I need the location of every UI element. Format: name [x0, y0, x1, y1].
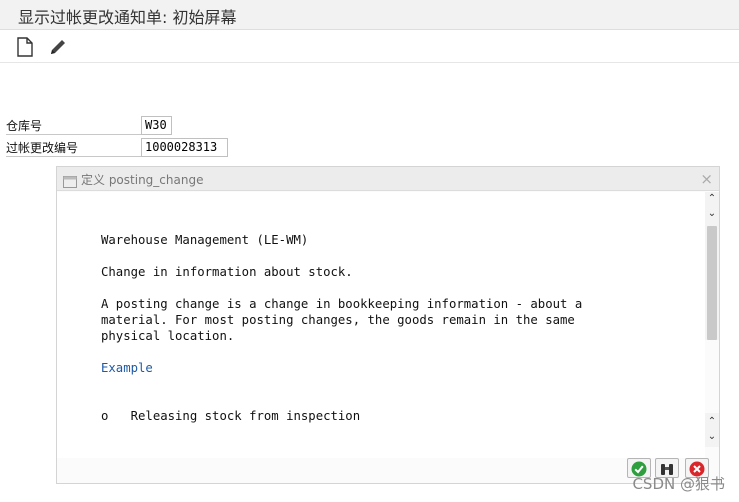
dialog-window-icon — [63, 173, 77, 188]
watermark: CSDN @狠书 — [632, 475, 725, 493]
pencil-icon — [47, 36, 69, 58]
warehouse-label: 仓库号 — [6, 117, 142, 135]
dialog-text-area: Warehouse Management (LE-WM) Change in i… — [57, 192, 705, 458]
scroll-up-icon[interactable]: ⌃ — [705, 192, 719, 205]
doc-line-2: material. For most posting changes, the … — [101, 313, 575, 327]
doc-line-3: physical location. — [101, 329, 235, 343]
example-link[interactable]: Example — [101, 360, 153, 376]
toolbar — [0, 30, 739, 63]
definition-dialog: 定义 posting_change × Warehouse Management… — [56, 166, 720, 484]
scroll-thumb[interactable] — [707, 226, 717, 340]
new-document-icon — [15, 36, 37, 58]
dialog-scrollbar-lower[interactable]: ⌃ ⌄ — [705, 413, 719, 447]
title-bar: 显示过帐更改通知单: 初始屏幕 — [0, 0, 739, 30]
posting-change-input[interactable]: 1000028313 — [141, 138, 228, 157]
warehouse-input[interactable]: W30 — [141, 116, 172, 135]
doc-bullet: o Releasing stock from inspection — [101, 409, 361, 423]
edit-button[interactable] — [47, 36, 69, 58]
new-document-button[interactable] — [15, 36, 37, 58]
close-icon[interactable]: × — [700, 170, 713, 188]
page-title: 显示过帐更改通知单: 初始屏幕 — [18, 8, 237, 27]
posting-change-label: 过帐更改编号 — [6, 139, 142, 157]
doc-line-1: A posting change is a change in bookkeep… — [101, 297, 583, 311]
dialog-title: 定义 posting_change — [81, 173, 204, 187]
scroll-down-icon[interactable]: ⌄ — [705, 430, 719, 443]
scroll-down-icon[interactable]: ⌄ — [705, 207, 719, 220]
dialog-scrollbar[interactable]: ⌃ ⌄ — [705, 192, 719, 340]
doc-summary: Change in information about stock. — [101, 265, 353, 279]
scroll-up-icon[interactable]: ⌃ — [705, 415, 719, 428]
dialog-header: 定义 posting_change × — [57, 167, 719, 191]
doc-heading: Warehouse Management (LE-WM) — [101, 233, 309, 247]
dialog-footer — [57, 458, 719, 483]
